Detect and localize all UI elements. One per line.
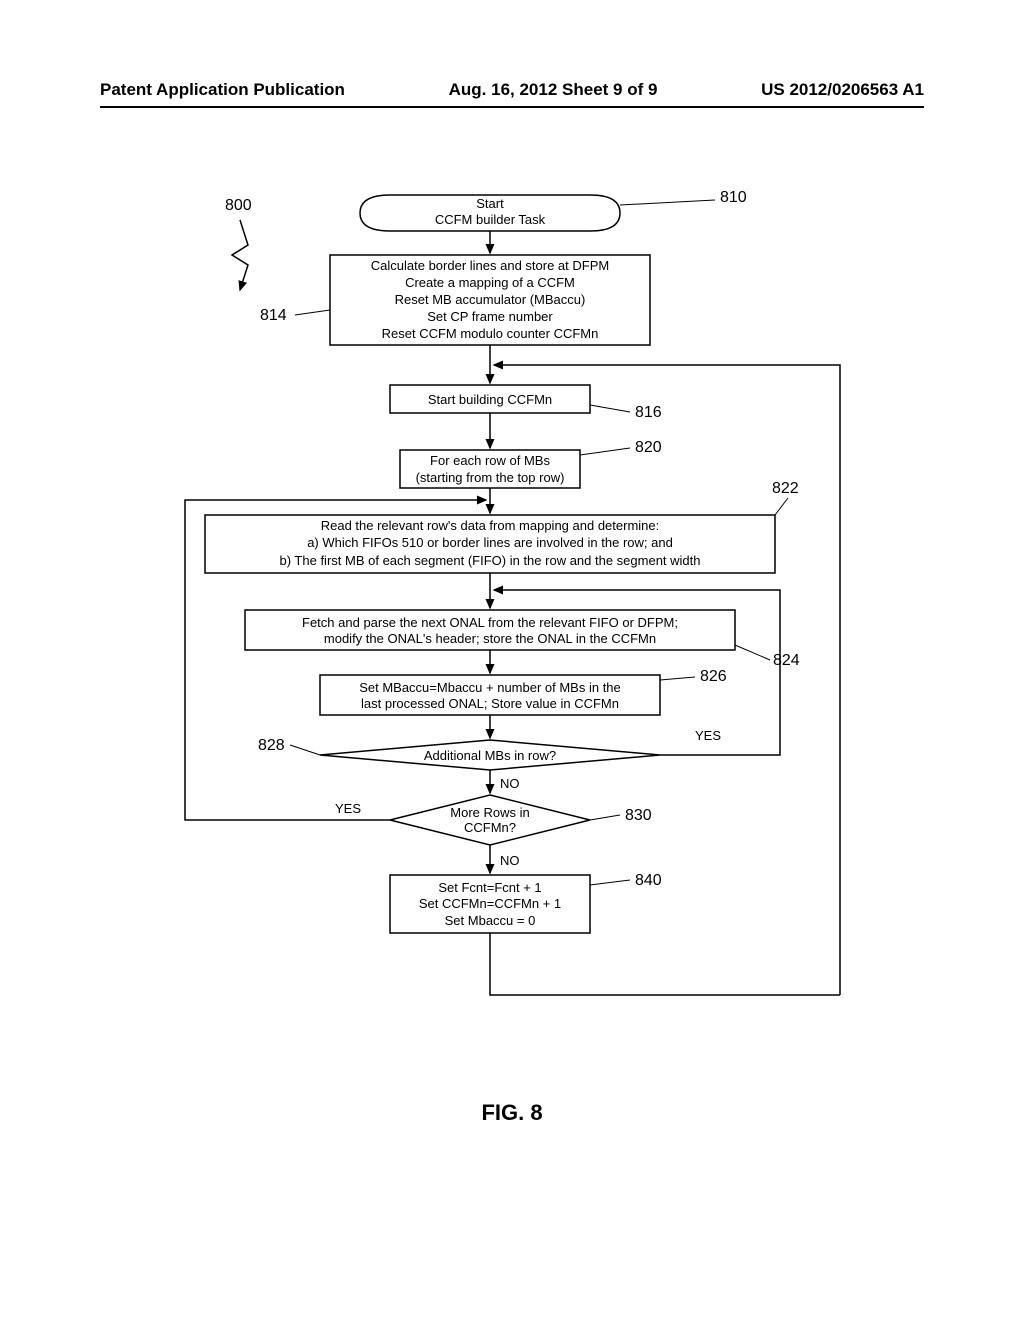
b822-l1: Read the relevant row's data from mappin… [321,518,660,533]
b824-l1: Fetch and parse the next ONAL from the r… [302,615,678,630]
ref-840: 840 [635,872,662,889]
page-header: Patent Application Publication Aug. 16, … [100,80,924,108]
d830-l2: CCFMn? [464,820,516,835]
no-830: NO [500,853,520,868]
b820-l2: (starting from the top row) [416,470,565,485]
yes-830: YES [335,801,361,816]
header-left: Patent Application Publication [100,80,345,100]
yes-828: YES [695,728,721,743]
b822-l2: a) Which FIFOs 510 or border lines are i… [307,535,673,550]
leader-840 [590,880,630,885]
leader-828 [290,745,320,755]
start-line1: Start [476,196,504,211]
header-center: Aug. 16, 2012 Sheet 9 of 9 [449,80,658,100]
b824-l2: modify the ONAL's header; store the ONAL… [324,631,656,646]
leader-826 [660,677,695,680]
exit-840 [490,933,840,995]
ref-810: 810 [720,189,747,206]
leader-810 [620,200,715,205]
b814-l5: Reset CCFM modulo counter CCFMn [382,326,599,341]
b816: Start building CCFMn [428,392,552,407]
b814-l4: Set CP frame number [427,309,553,324]
b840-l2: Set CCFMn=CCFMn + 1 [419,896,561,911]
zigzag-arrow [232,220,248,290]
ref-826: 826 [700,668,727,685]
d828: Additional MBs in row? [424,748,556,763]
ref-828: 828 [258,737,285,754]
page: Patent Application Publication Aug. 16, … [0,0,1024,1320]
leader-814 [295,310,330,315]
leader-824 [735,645,770,660]
header-right: US 2012/0206563 A1 [761,80,924,100]
leader-822 [775,498,788,515]
leader-816 [590,405,630,412]
figure-label: FIG. 8 [0,1100,1024,1126]
ref-820: 820 [635,439,662,456]
ref-830: 830 [625,807,652,824]
leader-830 [590,815,620,820]
flowchart: 800 Start CCFM builder Task 810 Calculat… [140,180,900,1080]
b822-l3: b) The first MB of each segment (FIFO) i… [280,553,701,568]
b826-l1: Set MBaccu=Mbaccu + number of MBs in the [359,680,621,695]
b814-l2: Create a mapping of a CCFM [405,275,575,290]
b814-l3: Reset MB accumulator (MBaccu) [395,292,586,307]
ref-824: 824 [773,652,800,669]
leader-820 [580,448,630,455]
no-828: NO [500,776,520,791]
d830-l1: More Rows in [450,805,529,820]
ref-816: 816 [635,404,662,421]
b840-l1: Set Fcnt=Fcnt + 1 [438,880,541,895]
b820-l1: For each row of MBs [430,453,550,468]
b814-l1: Calculate border lines and store at DFPM [371,258,609,273]
b840-l3: Set Mbaccu = 0 [445,913,536,928]
ref-814: 814 [260,307,287,324]
ref-800: 800 [225,197,252,214]
start-line2: CCFM builder Task [435,212,546,227]
b826-l2: last processed ONAL; Store value in CCFM… [361,696,619,711]
ref-822: 822 [772,480,799,497]
